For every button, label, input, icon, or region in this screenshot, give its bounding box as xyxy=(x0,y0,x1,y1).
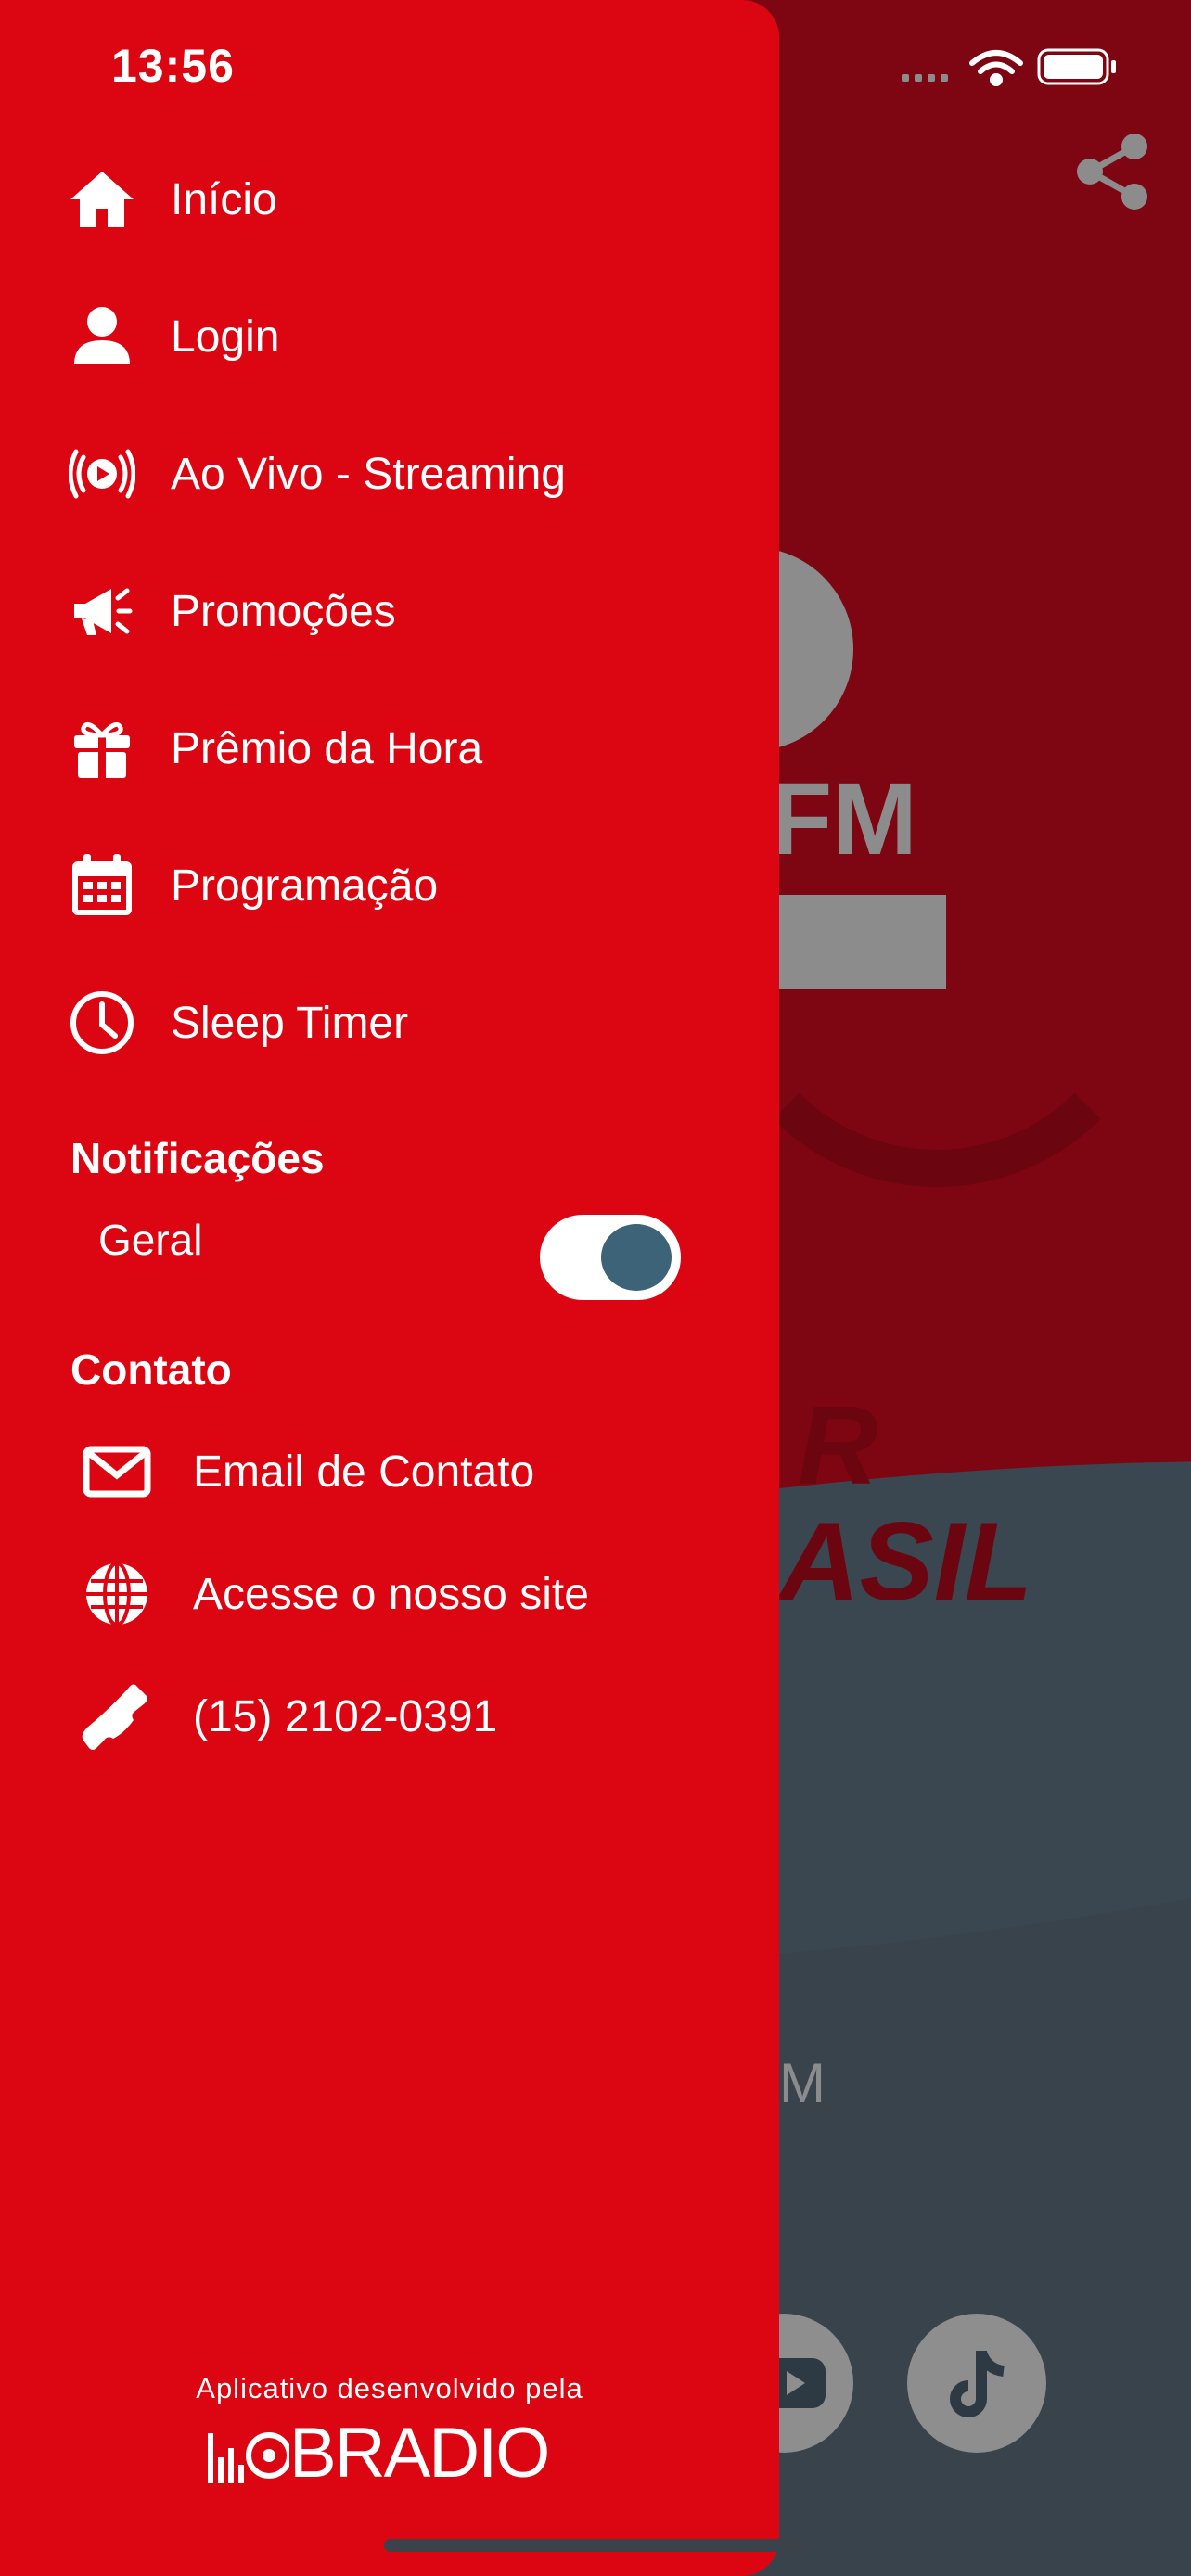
megaphone-icon xyxy=(67,576,137,646)
home-icon xyxy=(67,164,137,235)
globe-icon xyxy=(80,1557,154,1631)
tiktok-button[interactable] xyxy=(907,2314,1046,2453)
menu-item-ao-vivo[interactable]: Ao Vivo - Streaming xyxy=(67,427,566,520)
menu-item-label: Início xyxy=(171,174,277,224)
status-icons xyxy=(902,48,1116,86)
menu-item-premio-da-hora[interactable]: Prêmio da Hora xyxy=(67,702,482,795)
slogan-fragment-2: ASIL xyxy=(779,1499,1033,1624)
user-icon xyxy=(67,301,137,372)
phone-icon xyxy=(80,1679,154,1753)
contact-email-label: Email de Contato xyxy=(193,1447,535,1497)
contact-website-label: Acesse o nosso site xyxy=(193,1569,589,1619)
slogan-fragment-1: R xyxy=(798,1384,878,1508)
menu-item-label: Sleep Timer xyxy=(171,998,409,1048)
menu-item-sleep-timer[interactable]: Sleep Timer xyxy=(67,976,408,1069)
side-drawer: 13:56 Início Login Ao Vivo - Streaming P… xyxy=(0,0,779,2576)
toggle-knob xyxy=(601,1224,672,1291)
contact-website[interactable]: Acesse o nosso site xyxy=(80,1548,589,1640)
menu-item-inicio[interactable]: Início xyxy=(67,153,277,246)
mobradio-wordmark: BRADIO xyxy=(289,2413,550,2493)
contact-phone[interactable]: (15) 2102-0391 xyxy=(80,1670,497,1763)
calendar-icon xyxy=(67,850,137,921)
menu-item-label: Ao Vivo - Streaming xyxy=(171,449,566,499)
station-name-fragment: M xyxy=(779,2052,826,2114)
menu-item-promocoes[interactable]: Promoções xyxy=(67,565,396,657)
live-stream-icon xyxy=(67,439,137,509)
menu-item-label: Prêmio da Hora xyxy=(171,723,483,773)
contact-email[interactable]: Email de Contato xyxy=(80,1425,534,1518)
menu-item-label: Login xyxy=(171,312,280,362)
station-logo-bar xyxy=(770,895,946,989)
home-indicator[interactable] xyxy=(384,2539,807,2552)
status-time: 13:56 xyxy=(111,40,235,92)
menu-item-programacao[interactable]: Programação xyxy=(67,839,438,932)
tiktok-icon xyxy=(950,2350,1005,2417)
wifi-icon xyxy=(969,50,1023,86)
general-notifications-label: Geral xyxy=(98,1216,203,1264)
envelope-icon xyxy=(80,1435,154,1509)
menu-item-label: Promoções xyxy=(171,586,396,636)
contact-phone-label: (15) 2102-0391 xyxy=(193,1691,498,1741)
share-icon[interactable] xyxy=(1071,130,1155,213)
battery-icon xyxy=(1037,48,1116,85)
clock-icon xyxy=(67,988,137,1058)
contact-title: Contato xyxy=(70,1345,232,1394)
developer-credit: Aplicativo desenvolvido pela xyxy=(196,2372,583,2404)
signal-icon xyxy=(902,74,948,82)
general-notifications-toggle[interactable] xyxy=(540,1215,681,1300)
mobradio-bars-icon xyxy=(208,2432,289,2483)
gift-icon xyxy=(67,713,137,784)
station-logo-fm: FM xyxy=(770,762,917,876)
mobradio-logo[interactable]: BRADIO xyxy=(206,2414,550,2493)
menu-item-label: Programação xyxy=(171,861,439,911)
notifications-title: Notificações xyxy=(70,1134,325,1182)
menu-item-login[interactable]: Login xyxy=(67,290,279,383)
